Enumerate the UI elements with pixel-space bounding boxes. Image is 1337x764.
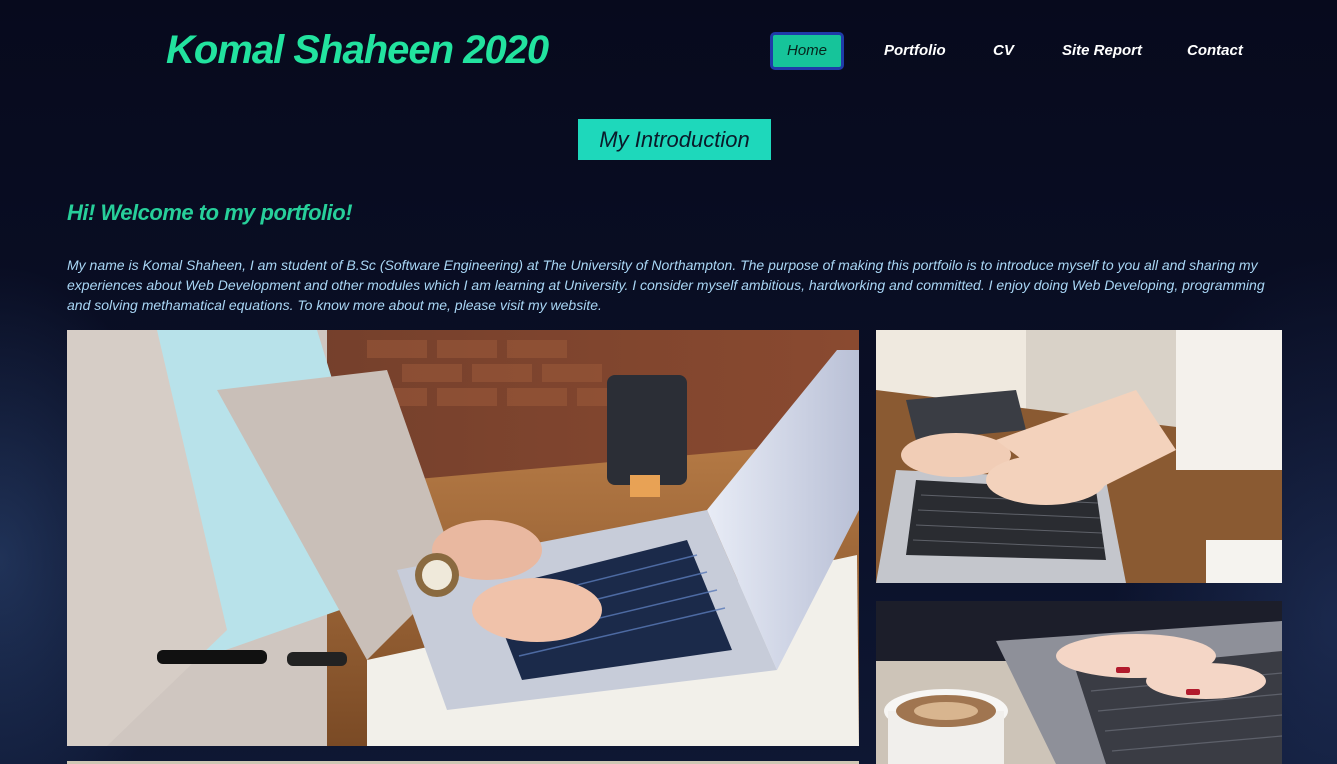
main-nav: Home Portfolio CV Site Report Contact xyxy=(0,32,1337,70)
nav-site-report[interactable]: Site Report xyxy=(1062,32,1142,70)
laptop-typing-photo-side xyxy=(876,330,1282,583)
nav-portfolio[interactable]: Portfolio xyxy=(884,32,946,70)
nav-contact[interactable]: Contact xyxy=(1187,32,1243,70)
laptop-typing-photo-main xyxy=(67,330,859,746)
nav-cv[interactable]: CV xyxy=(993,32,1014,70)
welcome-heading: Hi! Welcome to my portfolio! xyxy=(67,200,353,225)
intro-text: My name is Komal Shaheen, I am student o… xyxy=(67,257,1265,313)
section-title: My Introduction xyxy=(578,119,771,160)
coffee-laptop-photo-side xyxy=(876,601,1282,764)
nav-home[interactable]: Home xyxy=(770,32,844,70)
